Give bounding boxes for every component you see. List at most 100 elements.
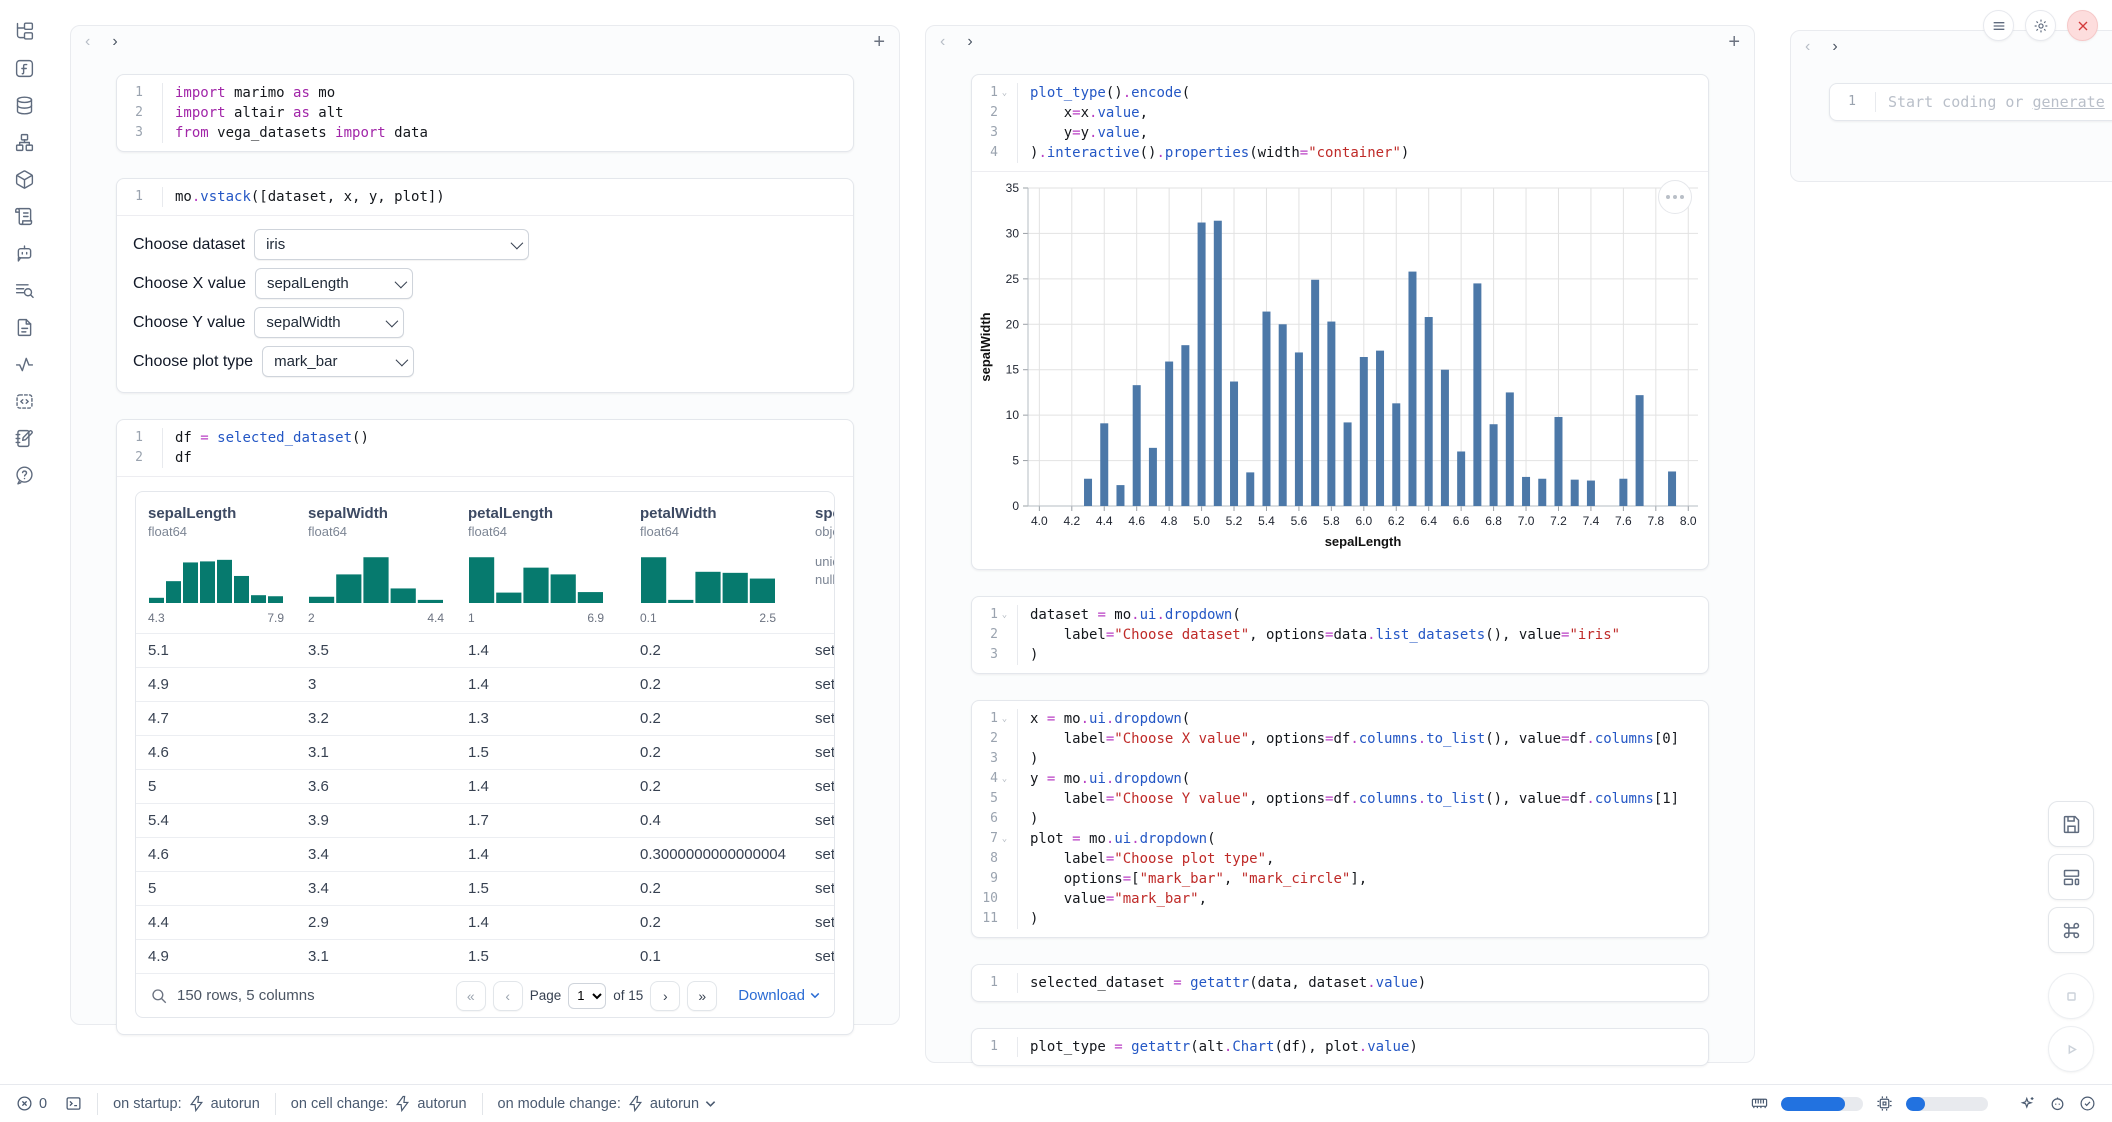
scratchpad-icon[interactable] bbox=[13, 427, 35, 449]
document-icon[interactable] bbox=[13, 316, 35, 338]
run-icon[interactable] bbox=[2048, 1026, 2094, 1072]
autorun-setting[interactable]: on module change:autorun bbox=[498, 1095, 717, 1112]
logs-search-icon[interactable] bbox=[13, 279, 35, 301]
terminal-button[interactable] bbox=[65, 1095, 82, 1112]
scroll-icon[interactable] bbox=[13, 205, 35, 227]
chevron-left-icon[interactable]: ‹ bbox=[85, 34, 90, 50]
add-cell-button[interactable]: + bbox=[1728, 32, 1740, 52]
activity-icon[interactable] bbox=[13, 353, 35, 375]
chevron-right-icon[interactable]: › bbox=[967, 34, 972, 50]
svg-text:20: 20 bbox=[1006, 317, 1020, 331]
dropdown-select[interactable]: sepalLength bbox=[255, 268, 413, 299]
code-editor[interactable]: plot_type = getattr(alt.Chart(df), plot.… bbox=[1018, 1037, 1418, 1057]
table-column-header[interactable]: speciesobjectunique:nulls: bbox=[815, 505, 834, 625]
first-page-button[interactable]: « bbox=[456, 981, 486, 1011]
cell-dataset-dropdown[interactable]: 1⌄23dataset = mo.ui.dropdown( label="Cho… bbox=[971, 596, 1709, 674]
file-tree-icon[interactable] bbox=[13, 20, 35, 42]
column-histogram-wrap bbox=[308, 551, 454, 608]
last-page-button[interactable]: » bbox=[687, 981, 717, 1011]
stop-icon[interactable] bbox=[2048, 973, 2094, 1019]
table-row[interactable]: 4.63.41.40.3000000000000004setosa bbox=[136, 837, 834, 871]
dropdown-select[interactable]: sepalWidth bbox=[254, 307, 404, 338]
chevron-left-icon[interactable]: ‹ bbox=[1805, 39, 1810, 55]
cell-selected-dataset[interactable]: 1selected_dataset = getattr(data, datase… bbox=[971, 964, 1709, 1002]
autorun-setting[interactable]: on startup:autorun bbox=[113, 1095, 260, 1112]
svg-text:30: 30 bbox=[1006, 226, 1020, 240]
package-icon[interactable] bbox=[13, 168, 35, 190]
code-editor[interactable]: df = selected_dataset()df bbox=[163, 428, 369, 468]
next-page-button[interactable]: › bbox=[650, 981, 680, 1011]
control-row: Choose X valuesepalLength bbox=[133, 267, 837, 300]
dropdown-select[interactable]: iris bbox=[254, 229, 529, 260]
table-row[interactable]: 4.73.21.30.2setosa bbox=[136, 701, 834, 735]
database-icon[interactable] bbox=[13, 94, 35, 116]
table-row[interactable]: 5.13.51.40.2setosa bbox=[136, 633, 834, 667]
command-icon[interactable] bbox=[2048, 907, 2094, 953]
editor-placeholder[interactable]: Start coding or generate with AI bbox=[1888, 92, 2112, 112]
chevron-left-icon[interactable]: ‹ bbox=[940, 34, 945, 50]
table-column-header[interactable]: sepalWidthfloat6424.4 bbox=[308, 505, 468, 625]
table-row[interactable]: 5.43.91.70.4setosa bbox=[136, 803, 834, 837]
table-row[interactable]: 4.93.11.50.1setosa bbox=[136, 939, 834, 973]
settings-icon[interactable] bbox=[2025, 10, 2056, 41]
table-cell: 3.9 bbox=[308, 812, 468, 829]
code-editor[interactable]: selected_dataset = getattr(data, dataset… bbox=[1018, 973, 1426, 993]
divider bbox=[275, 1093, 276, 1115]
dependency-graph-icon[interactable] bbox=[13, 131, 35, 153]
search-icon[interactable] bbox=[150, 987, 168, 1005]
code-editor[interactable]: import marimo as moimport altair as altf… bbox=[163, 83, 428, 143]
chatbot-icon[interactable] bbox=[13, 242, 35, 264]
code-editor[interactable]: plot_type().encode( x=x.value, y=y.value… bbox=[1018, 83, 1409, 163]
chevron-right-icon[interactable]: › bbox=[1832, 39, 1837, 55]
cell-plot-type[interactable]: 1plot_type = getattr(alt.Chart(df), plot… bbox=[971, 1028, 1709, 1066]
dataframe-table: sepalLengthfloat644.37.9sepalWidthfloat6… bbox=[135, 491, 835, 1018]
cell-empty-editor[interactable]: 1 Start coding or generate with AI bbox=[1829, 83, 2112, 121]
dropdown-sepalWidth: sepalWidth bbox=[254, 307, 404, 338]
table-column-header[interactable]: petalLengthfloat6416.9 bbox=[468, 505, 640, 625]
table-cell: 3.4 bbox=[308, 846, 468, 863]
generate-link[interactable]: generate bbox=[2033, 93, 2105, 111]
cell-xy-plot-dropdowns[interactable]: 1⌄234⌄567⌄891011x = mo.ui.dropdown( labe… bbox=[971, 700, 1709, 938]
help-icon[interactable] bbox=[13, 464, 35, 486]
chart-menu-button[interactable] bbox=[1658, 180, 1692, 214]
table-cell: 1.5 bbox=[468, 744, 640, 761]
add-cell-button[interactable]: + bbox=[873, 32, 885, 52]
table-cell: 3.1 bbox=[308, 948, 468, 965]
table-column-header[interactable]: sepalLengthfloat644.37.9 bbox=[148, 505, 308, 625]
save-icon[interactable] bbox=[2048, 801, 2094, 847]
code-editor[interactable]: dataset = mo.ui.dropdown( label="Choose … bbox=[1018, 605, 1620, 665]
autorun-setting[interactable]: on cell change:autorun bbox=[291, 1095, 467, 1112]
table-row[interactable]: 53.61.40.2setosa bbox=[136, 769, 834, 803]
table-row[interactable]: 4.42.91.40.2setosa bbox=[136, 905, 834, 939]
table-column-header[interactable]: petalWidthfloat640.12.5 bbox=[640, 505, 815, 625]
table-cell: 1.4 bbox=[468, 642, 640, 659]
table-cell: 3.1 bbox=[308, 744, 468, 761]
page-select[interactable]: 1 bbox=[568, 983, 606, 1009]
cell-imports[interactable]: 123import marimo as moimport altair as a… bbox=[116, 74, 854, 152]
chevron-right-icon[interactable]: › bbox=[112, 34, 117, 50]
cell-dataframe[interactable]: 12df = selected_dataset()df sepalLengthf… bbox=[116, 419, 854, 1035]
cell-chart[interactable]: 1⌄234plot_type().encode( x=x.value, y=y.… bbox=[971, 74, 1709, 570]
close-icon[interactable] bbox=[2067, 10, 2098, 41]
dropdown-select[interactable]: mark_bar bbox=[262, 346, 414, 377]
prev-page-button[interactable]: ‹ bbox=[493, 981, 523, 1011]
table-row[interactable]: 53.41.50.2setosa bbox=[136, 871, 834, 905]
column-name: species bbox=[815, 505, 834, 522]
check-circle-icon[interactable] bbox=[2079, 1095, 2096, 1112]
errors-indicator[interactable]: 0 bbox=[16, 1095, 47, 1112]
cell-vstack[interactable]: 1mo.vstack([dataset, x, y, plot]) Choose… bbox=[116, 178, 854, 393]
notebook-column-2: ‹ › + 1⌄234plot_type().encode( x=x.value… bbox=[925, 25, 1755, 1063]
table-row[interactable]: 4.63.11.50.2setosa bbox=[136, 735, 834, 769]
status-bar: 0 on startup:autorun on cell change:autor… bbox=[0, 1084, 2112, 1122]
download-button[interactable]: Download bbox=[738, 987, 820, 1004]
bar-chart[interactable]: 4.04.24.44.64.85.05.25.45.65.86.06.26.46… bbox=[976, 178, 1709, 554]
snippets-icon[interactable] bbox=[13, 390, 35, 412]
menu-icon[interactable] bbox=[1983, 10, 2014, 41]
bot-icon[interactable] bbox=[2049, 1095, 2066, 1112]
function-square-icon[interactable] bbox=[13, 57, 35, 79]
code-editor[interactable]: mo.vstack([dataset, x, y, plot]) bbox=[163, 187, 445, 207]
sparkles-icon[interactable] bbox=[2019, 1095, 2036, 1112]
code-editor[interactable]: x = mo.ui.dropdown( label="Choose X valu… bbox=[1018, 709, 1679, 929]
table-row[interactable]: 4.931.40.2setosa bbox=[136, 667, 834, 701]
layout-icon[interactable] bbox=[2048, 854, 2094, 900]
